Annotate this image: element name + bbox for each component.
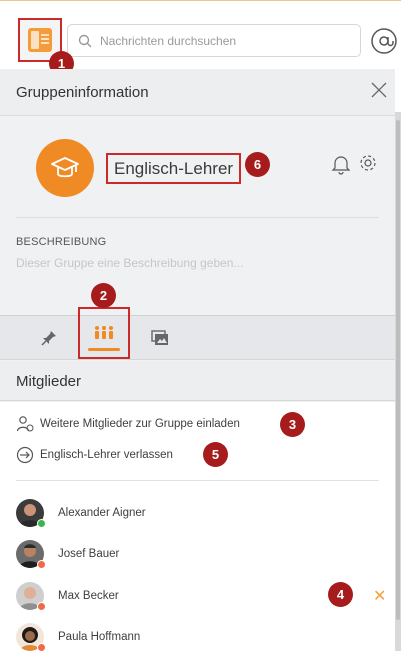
avatar xyxy=(16,623,46,651)
close-icon[interactable] xyxy=(367,78,391,102)
active-tab-indicator xyxy=(88,348,120,351)
group-name: Englisch-Lehrer xyxy=(114,158,234,178)
leave-group-link[interactable]: Englisch-Lehrer verlassen xyxy=(16,446,173,464)
invite-members-link[interactable]: Weitere Mitglieder zur Gruppe einladen xyxy=(16,415,240,433)
status-dot xyxy=(37,643,46,651)
members-section-header: Mitglieder xyxy=(0,361,395,401)
annotation-marker-5: 5 xyxy=(203,442,228,467)
group-avatar[interactable] xyxy=(36,139,94,197)
scrollbar[interactable] xyxy=(395,112,401,651)
pin-icon xyxy=(41,330,56,346)
avatar xyxy=(16,582,46,611)
annotation-marker-2: 2 xyxy=(91,283,116,308)
members-section: Weitere Mitglieder zur Gruppe einladen E… xyxy=(0,402,395,651)
member-row[interactable]: Paula Hoffmann xyxy=(16,621,376,651)
remove-member-icon[interactable]: ✕ xyxy=(373,586,386,606)
status-dot xyxy=(37,560,46,569)
status-dot xyxy=(37,602,46,611)
member-row[interactable]: Josef Bauer xyxy=(16,538,376,570)
annotation-marker-4: 4 xyxy=(328,582,353,607)
tab-media[interactable] xyxy=(140,316,180,359)
group-card: Englisch-Lehrer BESCHREIBUNG Dieser Grup… xyxy=(0,117,395,314)
panel-header: Gruppeninformation xyxy=(0,69,395,116)
tab-pinned[interactable] xyxy=(29,316,69,359)
member-name: Josef Bauer xyxy=(58,548,120,560)
avatar xyxy=(16,499,46,528)
member-name: Paula Hoffmann xyxy=(58,631,141,643)
status-dot xyxy=(37,519,46,528)
invite-members-label: Weitere Mitglieder zur Gruppe einladen xyxy=(40,418,240,430)
search-icon xyxy=(78,34,92,47)
annotation-marker-6: 6 xyxy=(245,152,270,177)
member-name: Alexander Aigner xyxy=(58,507,146,519)
member-name: Max Becker xyxy=(58,590,119,602)
description-label: BESCHREIBUNG xyxy=(16,236,107,248)
member-row[interactable]: Max Becker ✕ xyxy=(16,580,386,612)
panel-title: Gruppeninformation xyxy=(16,84,149,101)
scrollbar-thumb[interactable] xyxy=(396,120,400,620)
search-input[interactable] xyxy=(100,33,350,48)
avatar xyxy=(16,540,46,569)
mentions-button[interactable] xyxy=(370,25,401,56)
gear-icon[interactable] xyxy=(358,153,378,173)
search-box[interactable] xyxy=(67,24,361,57)
panel-tabs xyxy=(0,307,395,360)
members-heading: Mitglieder xyxy=(16,373,82,390)
divider xyxy=(16,480,379,481)
book-icon xyxy=(28,28,52,52)
description-field[interactable]: Dieser Gruppe eine Beschreibung geben... xyxy=(16,256,243,270)
leave-group-label: Englisch-Lehrer verlassen xyxy=(40,449,173,461)
media-icon xyxy=(151,329,168,345)
annotation-marker-3: 3 xyxy=(280,412,305,437)
group-name-box[interactable]: Englisch-Lehrer xyxy=(106,153,242,184)
members-icon xyxy=(95,326,113,339)
graduation-cap-icon xyxy=(51,157,79,178)
group-info-panel: Gruppeninformation Englisch-Lehrer BESCH… xyxy=(0,69,395,651)
bell-icon[interactable] xyxy=(331,153,351,175)
add-user-icon xyxy=(16,416,34,432)
member-row[interactable]: Alexander Aigner xyxy=(16,497,376,529)
divider xyxy=(16,217,379,218)
leave-icon xyxy=(16,446,34,464)
at-icon xyxy=(371,27,397,54)
tab-members[interactable] xyxy=(78,307,130,359)
